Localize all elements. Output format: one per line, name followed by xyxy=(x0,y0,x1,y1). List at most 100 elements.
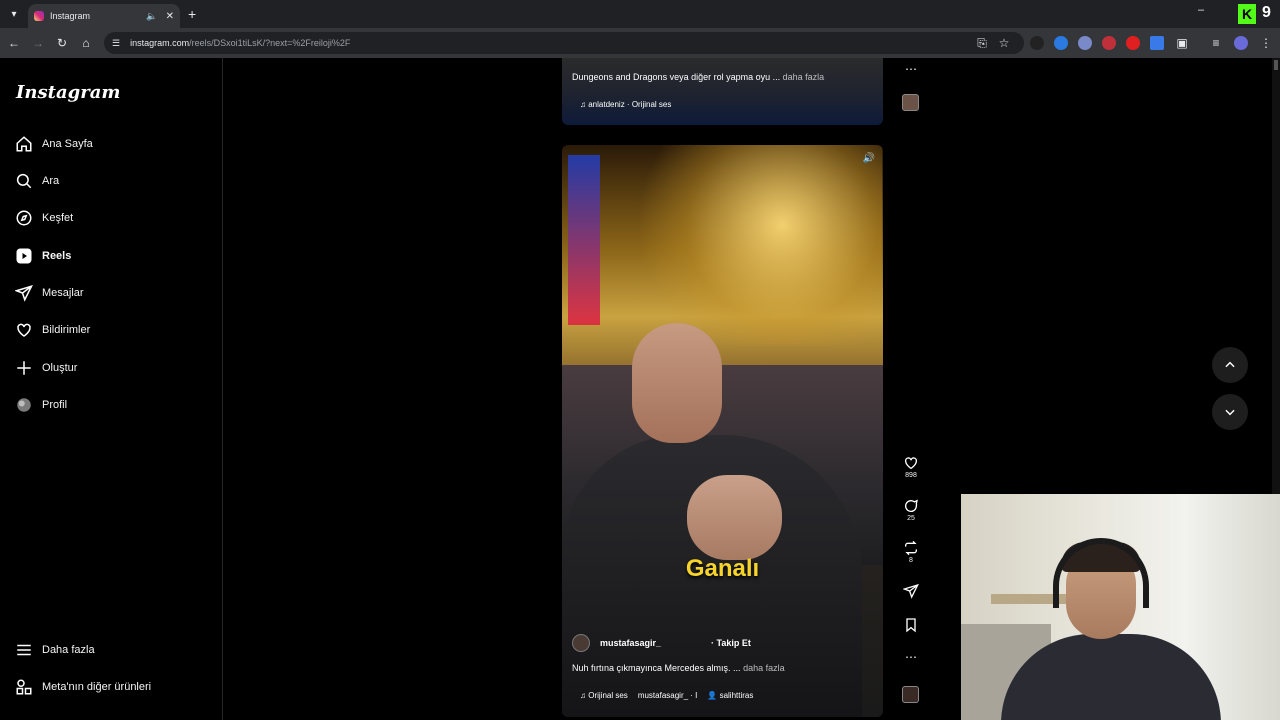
author-username[interactable]: mustafasagir_ xyxy=(600,638,661,648)
previous-reel-more-link[interactable]: daha fazla xyxy=(783,72,825,82)
share-paper-plane-icon[interactable] xyxy=(899,582,923,600)
follow-button[interactable]: · Takip Et xyxy=(711,638,751,648)
close-tab-icon[interactable]: ✕ xyxy=(166,11,174,22)
reel-caption: Nuh fırtına çıkmayınca Mercedes almış. .… xyxy=(572,663,785,673)
audio-author[interactable]: mustafasagir_ · I xyxy=(638,691,698,700)
sidebar-item-label: Bildirimler xyxy=(42,324,91,336)
sidebar-item-label: Keşfet xyxy=(42,212,74,224)
chevron-up-icon xyxy=(1225,361,1235,368)
extension-shield-icon[interactable] xyxy=(1102,36,1116,50)
address-bar[interactable]: ☰ instagram.com/reels/DSxoi1tiLsK/?next=… xyxy=(104,32,1024,54)
extension-people-icon[interactable] xyxy=(1078,36,1092,50)
previous-reel-button[interactable] xyxy=(1212,347,1248,383)
share-action[interactable] xyxy=(899,582,923,600)
sidebar-item-explore[interactable]: Keşfet xyxy=(14,206,73,230)
video-person-hand xyxy=(687,475,782,560)
home-icon xyxy=(14,134,34,154)
reel-audio-thumbnail[interactable] xyxy=(902,686,919,703)
repost-icon[interactable] xyxy=(899,539,923,557)
repost-action[interactable]: 8 xyxy=(899,539,923,564)
caption-more-link[interactable]: daha fazla xyxy=(743,663,785,673)
scrollbar-thumb[interactable] xyxy=(1274,60,1278,70)
reel-audio-link[interactable]: ♫ Orijinal ses xyxy=(580,691,628,700)
sidebar-item-notifications[interactable]: Bildirimler xyxy=(14,318,90,342)
new-tab-plus-icon[interactable]: + xyxy=(188,6,196,22)
extension-blue-icon[interactable] xyxy=(1054,36,1068,50)
sidebar-item-meta[interactable]: Meta'nın diğer ürünleri xyxy=(14,675,151,699)
audio-label: Orijinal ses xyxy=(588,691,628,700)
media-control-icon[interactable]: ≡ xyxy=(1208,35,1224,51)
forward-arrow-icon[interactable]: → xyxy=(30,35,46,51)
follow-label: Takip Et xyxy=(716,638,751,648)
reel-caption-text: Nuh fırtına çıkmayınca Mercedes almış. .… xyxy=(572,663,741,673)
browser-menu-icon[interactable]: ⋮ xyxy=(1258,35,1274,51)
sidebar-item-label: Daha fazla xyxy=(42,644,95,656)
url-path: /reels/DSxoi1tiLsK/?next=%2Freiloji%2F xyxy=(189,38,351,48)
site-settings-icon[interactable]: ☰ xyxy=(112,38,120,49)
sound-on-icon[interactable]: 🔊 xyxy=(863,153,875,164)
repost-count: 8 xyxy=(909,557,913,564)
tagged-user[interactable]: 👤 salihttiras xyxy=(707,691,753,700)
sidebar-item-profile[interactable]: Profil xyxy=(14,393,67,417)
home-button-icon[interactable]: ⌂ xyxy=(78,35,94,51)
install-app-icon[interactable]: ⎘ xyxy=(974,35,990,51)
sidebar-item-label: Oluştur xyxy=(42,362,78,374)
instagram-logo[interactable]: Instagram xyxy=(16,82,120,103)
extension-moon-icon[interactable] xyxy=(1030,36,1044,50)
sidebar-item-search[interactable]: Ara xyxy=(14,169,59,193)
plus-icon xyxy=(14,358,34,378)
previous-reel-more-options-icon[interactable]: ⋯ xyxy=(899,62,923,76)
previous-reel-caption-text: Dungeons and Dragons veya diğer rol yapm… xyxy=(572,72,781,82)
sidebar-item-label: Ana Sayfa xyxy=(42,138,93,150)
browser-toolbar: ← → ↻ ⌂ ☰ instagram.com/reels/DSxoi1tiLs… xyxy=(0,28,1280,58)
extensions-puzzle-icon[interactable]: ▣ xyxy=(1174,35,1190,51)
messages-icon xyxy=(14,283,34,303)
profile-avatar-icon[interactable] xyxy=(1234,36,1248,50)
sidebar-item-create[interactable]: Oluştur xyxy=(14,356,77,380)
like-action[interactable]: 898 xyxy=(899,454,923,479)
video-shop-sign xyxy=(568,155,600,325)
more-options-icon[interactable]: ⋯ xyxy=(899,650,923,664)
reel-video[interactable]: 🔊 Ganalı mustafasagir_ · Takip Et Nuh fı… xyxy=(562,145,883,717)
meta-products-icon xyxy=(14,677,34,697)
comment-action[interactable]: 25 xyxy=(899,497,923,522)
tab-title: Instagram xyxy=(50,11,91,21)
extension-red-icon[interactable] xyxy=(1126,36,1140,50)
extension-diamond-icon[interactable] xyxy=(1150,36,1164,50)
avatar-icon xyxy=(14,395,34,415)
explore-icon xyxy=(14,208,34,228)
sidebar-item-more[interactable]: Daha fazla xyxy=(14,638,95,662)
speaker-icon[interactable]: 🔈 xyxy=(146,11,157,22)
previous-reel-audio-text: anlatdeniz · Orijinal ses xyxy=(588,100,672,109)
sidebar-item-messages[interactable]: Mesajlar xyxy=(14,281,84,305)
heart-icon xyxy=(14,320,34,340)
sidebar-item-label: Ara xyxy=(42,175,60,187)
back-arrow-icon[interactable]: ← xyxy=(6,35,22,51)
video-subtitle: Ganalı xyxy=(685,555,760,582)
tagged-user-name: salihttiras xyxy=(719,691,754,700)
bookmark-star-icon[interactable]: ☆ xyxy=(996,35,1012,51)
previous-reel[interactable]: Dungeons and Dragons veya diğer rol yapm… xyxy=(562,58,883,125)
sidebar-item-home[interactable]: Ana Sayfa xyxy=(14,132,93,156)
sidebar-item-label: Profil xyxy=(42,399,68,411)
author-avatar[interactable] xyxy=(572,634,590,652)
save-action[interactable] xyxy=(899,616,923,634)
sidebar-item-reels[interactable]: Reels xyxy=(14,244,71,268)
comment-count: 25 xyxy=(907,515,915,522)
like-heart-icon[interactable] xyxy=(899,454,923,472)
sidebar-item-label: Mesajlar xyxy=(42,287,84,299)
bookmark-icon[interactable] xyxy=(899,616,923,634)
previous-reel-audio[interactable]: ♫ anlatdeniz · Orijinal ses xyxy=(580,100,671,109)
browser-tab-bar: ▾ Instagram 🔈 ✕ + – K 9 xyxy=(0,0,1280,28)
browser-tab[interactable]: Instagram 🔈 ✕ xyxy=(28,4,180,28)
next-reel-button[interactable] xyxy=(1212,394,1248,430)
instagram-favicon-icon xyxy=(34,11,44,21)
sidebar-item-label: Meta'nın diğer ürünleri xyxy=(42,681,152,693)
webcam-overlay xyxy=(961,494,1280,720)
tab-search-chevron-icon[interactable]: ▾ xyxy=(4,4,24,24)
minimize-icon[interactable]: – xyxy=(1198,4,1204,16)
comment-icon[interactable] xyxy=(899,497,923,515)
reload-icon[interactable]: ↻ xyxy=(54,35,70,51)
previous-reel-caption: Dungeons and Dragons veya diğer rol yapm… xyxy=(572,72,824,82)
previous-reel-audio-thumbnail[interactable] xyxy=(902,94,919,111)
